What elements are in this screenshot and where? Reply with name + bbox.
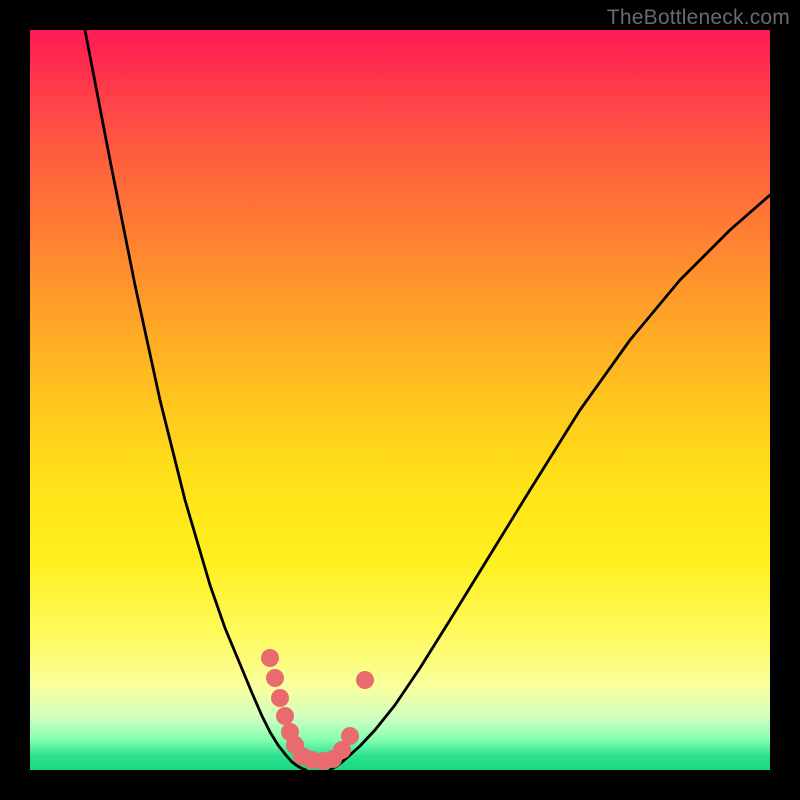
- plot-area: [30, 30, 770, 770]
- dot-right-top: [356, 671, 374, 689]
- curve-right-curve: [330, 195, 770, 770]
- dot-left-4: [276, 707, 294, 725]
- markers-group: [261, 649, 374, 770]
- watermark-text: TheBottleneck.com: [607, 6, 790, 30]
- curves-group: [85, 30, 770, 770]
- chart-frame: TheBottleneck.com: [0, 0, 800, 800]
- dot-right-2: [341, 727, 359, 745]
- dot-left-3: [271, 689, 289, 707]
- curve-layer: [30, 30, 770, 770]
- dot-left-2: [266, 669, 284, 687]
- dot-left-1: [261, 649, 279, 667]
